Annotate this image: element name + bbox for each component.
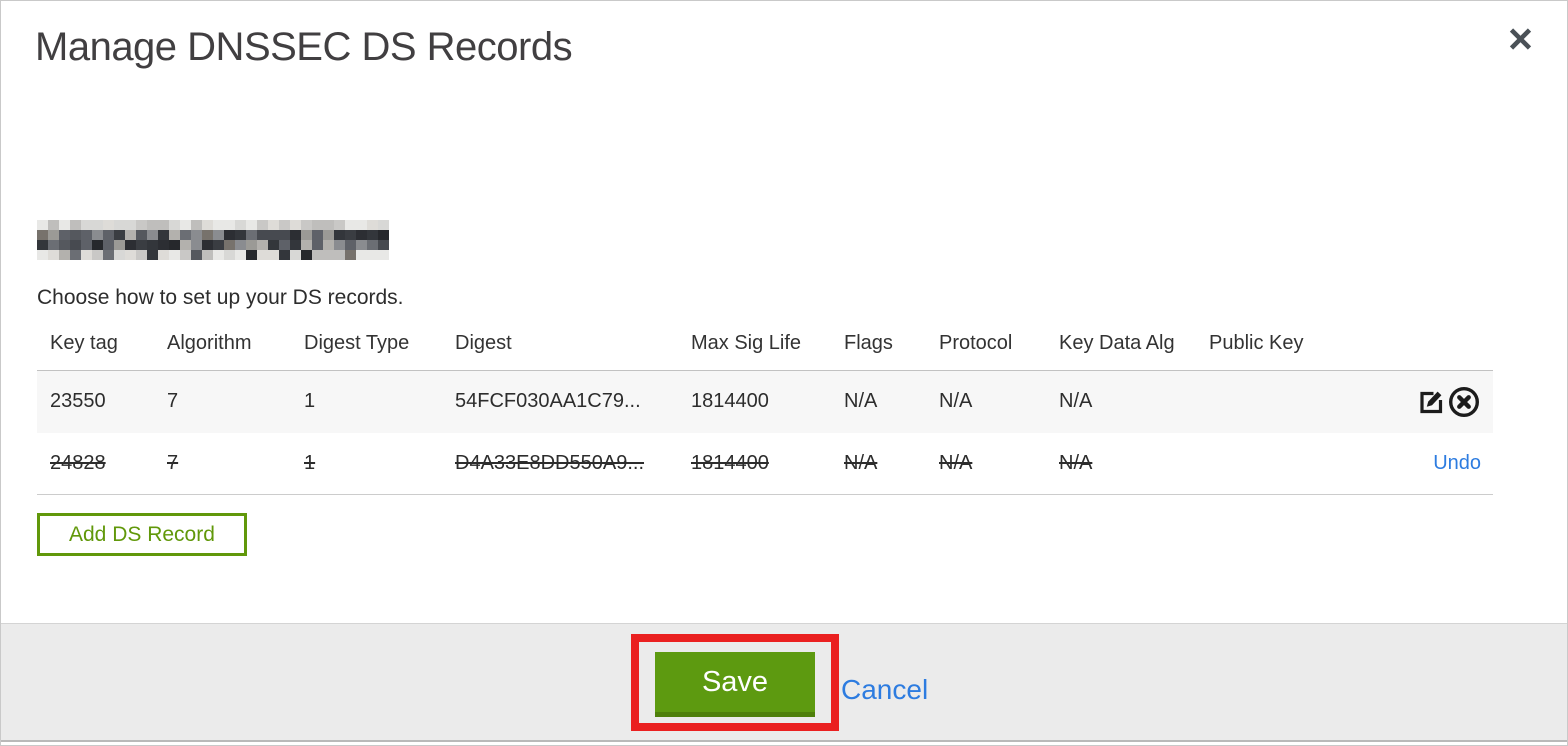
cell-digest-type: 1 [304, 432, 455, 495]
manage-dnssec-dialog: Manage DNSSEC DS Records Choose how to s… [0, 0, 1568, 746]
x-glyph [1509, 27, 1531, 50]
cell-flags: N/A [844, 370, 939, 433]
col-header-public-key: Public Key [1209, 332, 1369, 371]
cell-protocol: N/A [939, 370, 1059, 433]
cell-key-data-alg: N/A [1059, 432, 1209, 495]
cell-public-key [1209, 432, 1369, 495]
undo-link[interactable]: Undo [1433, 452, 1481, 474]
ds-records-table: Key tag Algorithm Digest Type Digest Max… [37, 332, 1493, 495]
cell-digest-type: 1 [304, 370, 455, 433]
table-header-row: Key tag Algorithm Digest Type Digest Max… [37, 332, 1493, 371]
col-header-key-tag: Key tag [37, 332, 167, 371]
save-button[interactable]: Save [655, 652, 815, 717]
col-header-max-sig-life: Max Sig Life [691, 332, 844, 371]
cell-digest: D4A33E8DD550A9... [455, 432, 691, 495]
col-header-flags: Flags [844, 332, 939, 371]
cell-algorithm: 7 [167, 370, 304, 433]
cell-actions [1369, 370, 1493, 433]
close-icon[interactable] [1505, 25, 1535, 53]
cell-key-data-alg: N/A [1059, 370, 1209, 433]
cell-public-key [1209, 370, 1369, 433]
col-header-protocol: Protocol [939, 332, 1059, 371]
cell-protocol: N/A [939, 432, 1059, 495]
cancel-link[interactable]: Cancel [841, 674, 928, 706]
instruction-text: Choose how to set up your DS records. [37, 286, 404, 309]
cell-max-sig-life: 1814400 [691, 432, 844, 495]
col-header-actions [1369, 332, 1493, 371]
col-header-digest-type: Digest Type [304, 332, 455, 371]
cell-max-sig-life: 1814400 [691, 370, 844, 433]
col-header-key-data-alg: Key Data Alg [1059, 332, 1209, 371]
cell-digest: 54FCF030AA1C79... [455, 370, 691, 433]
add-ds-record-button[interactable]: Add DS Record [37, 513, 247, 556]
table-row: 24828 7 1 D4A33E8DD550A9... 1814400 N/A … [37, 432, 1493, 495]
col-header-algorithm: Algorithm [167, 332, 304, 371]
dialog-footer: Save Cancel [1, 623, 1567, 742]
cell-algorithm: 7 [167, 432, 304, 495]
table-row: 23550 7 1 54FCF030AA1C79... 1814400 N/A … [37, 370, 1493, 433]
cell-key-tag: 23550 [37, 370, 167, 433]
cell-flags: N/A [844, 432, 939, 495]
cell-actions: Undo [1369, 432, 1493, 495]
page-title: Manage DNSSEC DS Records [35, 25, 573, 69]
delete-record-icon[interactable] [1447, 385, 1481, 419]
domain-name-redacted [37, 220, 389, 260]
edit-record-icon[interactable] [1416, 386, 1447, 417]
cell-key-tag: 24828 [37, 432, 167, 495]
col-header-digest: Digest [455, 332, 691, 371]
